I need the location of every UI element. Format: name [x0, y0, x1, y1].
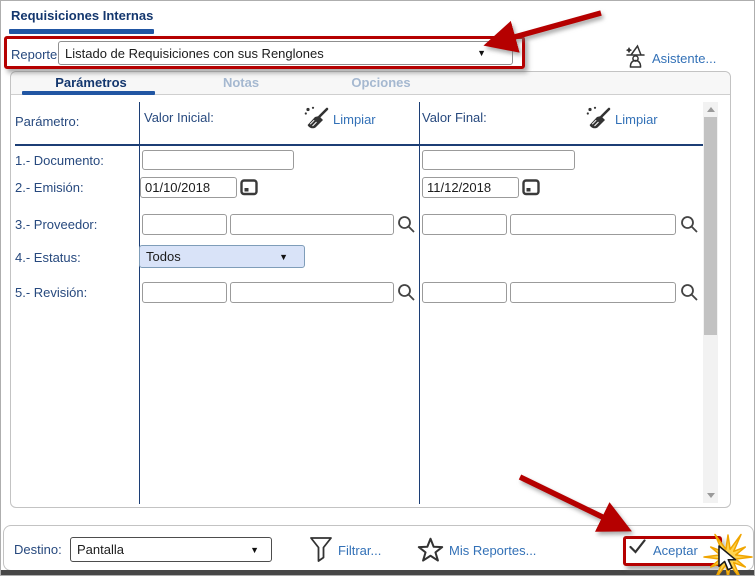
- clear-initial-label: Limpiar: [333, 112, 376, 127]
- emision-initial-input[interactable]: [140, 177, 237, 198]
- proveedor-initial-code-input[interactable]: [142, 214, 227, 235]
- proveedor-final-code-input[interactable]: [422, 214, 507, 235]
- header-divider: [15, 144, 703, 146]
- revision-initial-desc-input[interactable]: [230, 282, 394, 303]
- triangle-up-icon: [706, 107, 715, 112]
- filter-label: Filtrar...: [338, 543, 382, 558]
- title-underline: [9, 29, 154, 34]
- documento-initial-input[interactable]: [142, 150, 294, 170]
- scroll-up-button[interactable]: [703, 102, 718, 117]
- filter-button[interactable]: Filtrar...: [309, 536, 394, 564]
- triangle-down-icon: [706, 493, 715, 498]
- revision-final-code-input[interactable]: [422, 282, 507, 303]
- accept-label: Aceptar: [653, 543, 698, 558]
- param-label-estatus: 4.- Estatus:: [15, 250, 81, 265]
- revision-initial-code-input[interactable]: [142, 282, 227, 303]
- checkmark-icon: [629, 539, 646, 558]
- destination-select[interactable]: Pantalla ▼: [70, 537, 272, 562]
- estatus-select-value: Todos: [146, 249, 181, 264]
- magnifier-icon[interactable]: [397, 283, 416, 305]
- final-column-header: Valor Final:: [422, 110, 487, 125]
- caret-down-icon: ▼: [279, 251, 288, 262]
- my-reports-label: Mis Reportes...: [449, 543, 537, 558]
- calendar-icon[interactable]: [240, 178, 258, 199]
- destination-select-value: Pantalla: [77, 542, 124, 557]
- caret-down-icon: ▼: [477, 48, 486, 58]
- param-label-proveedor: 3.- Proveedor:: [15, 217, 98, 232]
- vertical-scrollbar[interactable]: [703, 102, 718, 503]
- accept-button[interactable]: Aceptar: [629, 539, 719, 565]
- parameters-panel: Parámetros Notas Opciones Parámetro: Val…: [10, 71, 731, 508]
- destination-label: Destino:: [14, 542, 62, 557]
- clear-initial-button[interactable]: Limpiar: [303, 105, 381, 133]
- annotation-arrow-report: [483, 10, 602, 53]
- scroll-down-button[interactable]: [703, 488, 718, 503]
- window-bottom-edge: [1, 570, 754, 575]
- clear-final-label: Limpiar: [615, 112, 658, 127]
- funnel-icon: [309, 537, 333, 567]
- emision-final-input[interactable]: [422, 177, 519, 198]
- column-divider: [139, 102, 140, 504]
- broom-icon: [303, 106, 329, 135]
- magnifier-icon[interactable]: [680, 283, 699, 305]
- tab-opciones[interactable]: Opciones: [311, 72, 451, 94]
- magnifier-icon[interactable]: [397, 215, 416, 237]
- footer-bar: Destino: Pantalla ▼ Filtrar... Mis Repor…: [3, 525, 754, 571]
- proveedor-final-desc-input[interactable]: [510, 214, 676, 235]
- broom-icon: [585, 106, 611, 135]
- proveedor-initial-desc-input[interactable]: [230, 214, 394, 235]
- calendar-icon[interactable]: [522, 178, 540, 199]
- page-title: Requisiciones Internas: [11, 8, 154, 23]
- tab-notas[interactable]: Notas: [171, 72, 311, 94]
- my-reports-button[interactable]: Mis Reportes...: [417, 537, 542, 565]
- scrollbar-thumb[interactable]: [704, 117, 717, 335]
- assistant-link-label: Asistente...: [652, 51, 717, 66]
- report-select[interactable]: Listado de Requisiciones con sus Renglon…: [58, 41, 513, 65]
- report-dialog-window: Requisiciones Internas Reporte: Listado …: [0, 0, 755, 576]
- documento-final-input[interactable]: [422, 150, 575, 170]
- param-label-emision: 2.- Emisión:: [15, 180, 84, 195]
- star-icon: [417, 537, 444, 567]
- magnifier-icon[interactable]: [680, 215, 699, 237]
- active-tab-indicator: [22, 91, 155, 95]
- assistant-button[interactable]: Asistente...: [622, 43, 742, 73]
- param-label-documento: 1.- Documento:: [15, 153, 104, 168]
- clear-final-button[interactable]: Limpiar: [585, 105, 663, 133]
- caret-down-icon: ▼: [250, 544, 259, 555]
- initial-column-header: Valor Inicial:: [144, 110, 214, 125]
- param-label-revision: 5.- Revisión:: [15, 285, 88, 300]
- column-divider: [419, 102, 420, 504]
- revision-final-desc-input[interactable]: [510, 282, 676, 303]
- estatus-initial-select[interactable]: Todos ▼: [139, 245, 305, 268]
- report-select-value: Listado de Requisiciones con sus Renglon…: [65, 45, 324, 61]
- param-column-header: Parámetro:: [15, 114, 80, 129]
- report-label: Reporte:: [11, 47, 61, 62]
